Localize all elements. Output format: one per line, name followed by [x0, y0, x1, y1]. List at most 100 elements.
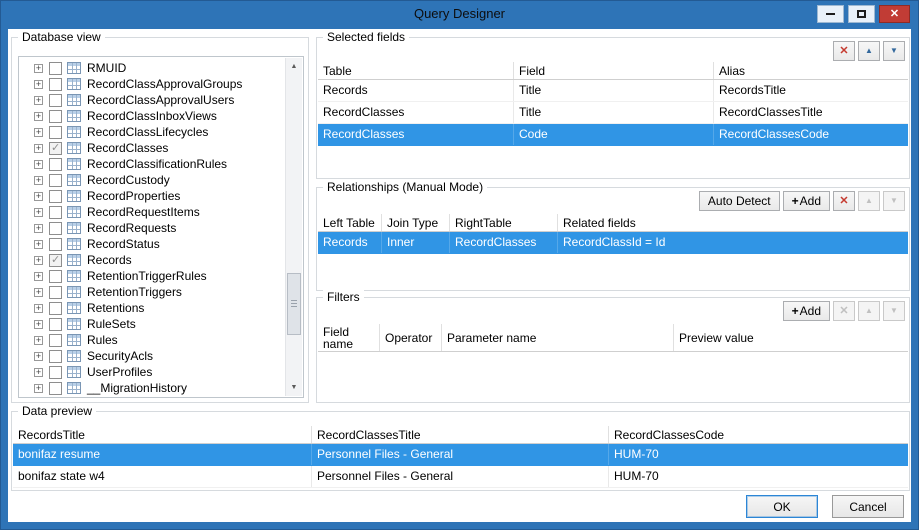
checkbox[interactable]: [49, 110, 62, 123]
checkbox[interactable]: [49, 206, 62, 219]
expand-icon[interactable]: +: [34, 80, 43, 89]
checkbox[interactable]: [49, 158, 62, 171]
column-header-join-type[interactable]: Join Type: [382, 214, 450, 231]
expand-icon[interactable]: +: [34, 304, 43, 313]
scroll-up-button[interactable]: ▲: [286, 58, 302, 75]
tree-item[interactable]: + RMUID: [20, 60, 285, 76]
delete-filter-button[interactable]: ✕: [833, 301, 855, 321]
move-filter-down-button[interactable]: ▼: [883, 301, 905, 321]
column-header-field-name[interactable]: Field name: [318, 324, 380, 351]
tree-item[interactable]: + Records: [20, 252, 285, 268]
checkbox[interactable]: [49, 302, 62, 315]
tree-scrollbar[interactable]: ▲ ▼: [285, 58, 302, 396]
checkbox[interactable]: [49, 350, 62, 363]
column-header-operator[interactable]: Operator: [380, 324, 442, 351]
tree-item[interactable]: + RetentionTriggerRules: [20, 268, 285, 284]
expand-icon[interactable]: +: [34, 112, 43, 121]
checkbox[interactable]: [49, 238, 62, 251]
tree-item[interactable]: + RecordCustody: [20, 172, 285, 188]
tree-item[interactable]: + RecordRequests: [20, 220, 285, 236]
expand-icon[interactable]: +: [34, 64, 43, 73]
tree-item[interactable]: + RecordRequestItems: [20, 204, 285, 220]
checkbox[interactable]: [49, 334, 62, 347]
move-relationship-down-button[interactable]: ▼: [883, 191, 905, 211]
table-row[interactable]: RecordClassesTitleRecordClassesTitle: [318, 102, 908, 124]
cancel-button[interactable]: Cancel: [832, 495, 904, 518]
tree-item[interactable]: + UserProfiles: [20, 364, 285, 380]
expand-icon[interactable]: +: [34, 288, 43, 297]
checkbox[interactable]: [49, 190, 62, 203]
column-header-parameter-name[interactable]: Parameter name: [442, 324, 674, 351]
checkbox[interactable]: [49, 382, 62, 395]
tree-item[interactable]: + __MigrationHistory: [20, 380, 285, 396]
checkbox[interactable]: [49, 270, 62, 283]
checkbox[interactable]: [49, 78, 62, 91]
expand-icon[interactable]: +: [34, 96, 43, 105]
table-row[interactable]: bonifaz state w4Personnel Files - Genera…: [13, 466, 908, 488]
expand-icon[interactable]: +: [34, 128, 43, 137]
checkbox[interactable]: [49, 366, 62, 379]
table-row[interactable]: RecordClassesCodeRecordClassesCode: [318, 124, 908, 146]
tree-item[interactable]: + Rules: [20, 332, 285, 348]
expand-icon[interactable]: +: [34, 352, 43, 361]
tree-item[interactable]: + RecordStatus: [20, 236, 285, 252]
column-header-recordclasses-title[interactable]: RecordClassesTitle: [312, 426, 609, 443]
column-header-records-title[interactable]: RecordsTitle: [13, 426, 312, 443]
auto-detect-button[interactable]: Auto Detect: [699, 191, 780, 211]
checkbox[interactable]: [49, 174, 62, 187]
expand-icon[interactable]: +: [34, 256, 43, 265]
checkbox[interactable]: [49, 126, 62, 139]
scrollbar-thumb[interactable]: [287, 273, 301, 335]
tree-item[interactable]: + Retentions: [20, 300, 285, 316]
add-relationship-button[interactable]: +Add: [783, 191, 830, 211]
tree-item[interactable]: + RecordClassificationRules: [20, 156, 285, 172]
delete-relationship-button[interactable]: ✕: [833, 191, 855, 211]
expand-icon[interactable]: +: [34, 336, 43, 345]
move-field-up-button[interactable]: ▲: [858, 41, 880, 61]
expand-icon[interactable]: +: [34, 320, 43, 329]
column-header-left-table[interactable]: Left Table: [318, 214, 382, 231]
column-header-right-table[interactable]: RightTable: [450, 214, 558, 231]
tree-item[interactable]: + RecordClassLifecycles: [20, 124, 285, 140]
checkbox[interactable]: [49, 222, 62, 235]
maximize-button[interactable]: [848, 5, 875, 23]
tree-item[interactable]: + RecordClassApprovalGroups: [20, 76, 285, 92]
expand-icon[interactable]: +: [34, 192, 43, 201]
tree-item[interactable]: + RecordClassInboxViews: [20, 108, 285, 124]
expand-icon[interactable]: +: [34, 240, 43, 249]
checkbox[interactable]: [49, 254, 62, 267]
expand-icon[interactable]: +: [34, 384, 43, 393]
move-relationship-up-button[interactable]: ▲: [858, 191, 880, 211]
tree-item[interactable]: + RuleSets: [20, 316, 285, 332]
table-row[interactable]: bonifaz resumePersonnel Files - GeneralH…: [13, 444, 908, 466]
column-header-recordclasses-code[interactable]: RecordClassesCode: [609, 426, 908, 443]
tree-item[interactable]: + RecordProperties: [20, 188, 285, 204]
column-header-related-fields[interactable]: Related fields: [558, 214, 908, 231]
table-row[interactable]: RecordsTitleRecordsTitle: [318, 80, 908, 102]
checkbox[interactable]: [49, 94, 62, 107]
tree-item[interactable]: + RetentionTriggers: [20, 284, 285, 300]
column-header-field[interactable]: Field: [514, 62, 714, 79]
add-filter-button[interactable]: +Add: [783, 301, 830, 321]
column-header-preview-value[interactable]: Preview value: [674, 324, 908, 351]
expand-icon[interactable]: +: [34, 160, 43, 169]
table-row[interactable]: RecordsInnerRecordClassesRecordClassId =…: [318, 232, 908, 254]
scroll-down-button[interactable]: ▼: [286, 379, 302, 396]
column-header-table[interactable]: Table: [318, 62, 514, 79]
checkbox[interactable]: [49, 318, 62, 331]
expand-icon[interactable]: +: [34, 272, 43, 281]
move-filter-up-button[interactable]: ▲: [858, 301, 880, 321]
minimize-button[interactable]: [817, 5, 844, 23]
column-header-alias[interactable]: Alias: [714, 62, 908, 79]
close-button[interactable]: ✕: [879, 5, 910, 23]
expand-icon[interactable]: +: [34, 208, 43, 217]
expand-icon[interactable]: +: [34, 144, 43, 153]
expand-icon[interactable]: +: [34, 224, 43, 233]
checkbox[interactable]: [49, 286, 62, 299]
tree-item[interactable]: + RecordClasses: [20, 140, 285, 156]
expand-icon[interactable]: +: [34, 368, 43, 377]
tree-item[interactable]: + RecordClassApprovalUsers: [20, 92, 285, 108]
ok-button[interactable]: OK: [746, 495, 818, 518]
checkbox[interactable]: [49, 142, 62, 155]
checkbox[interactable]: [49, 62, 62, 75]
